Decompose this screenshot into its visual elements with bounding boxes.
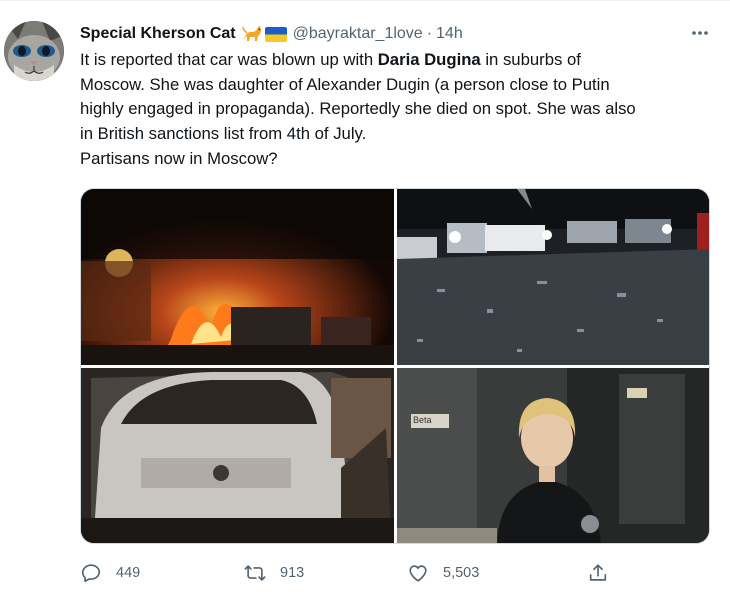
like-count: 5,503 — [443, 565, 480, 581]
author-name[interactable]: Special Kherson Cat — [80, 25, 236, 43]
tweet-header: Special Kherson Cat @bayraktar_1love · 1… — [80, 23, 463, 45]
photo-woman-portrait[interactable]: Beta — [397, 368, 709, 543]
photo-sign-text: Beta — [413, 415, 432, 425]
more-options-button[interactable] — [688, 23, 712, 43]
tweet-timestamp[interactable]: 14h — [436, 25, 463, 43]
photo-street-debris[interactable] — [397, 189, 709, 365]
author-handle[interactable]: @bayraktar_1love — [293, 25, 423, 43]
share-icon — [589, 564, 607, 581]
tweet-text-line: in British sanctions list from 4th of Ju… — [80, 124, 367, 144]
ukraine-flag-icon — [264, 26, 287, 42]
avatar[interactable] — [4, 21, 64, 81]
tweet-text-line: highly engaged in propaganda). Reportedl… — [80, 99, 636, 119]
name-emojis — [241, 25, 287, 43]
retweet-count: 913 — [280, 565, 305, 581]
fire-photo-icon — [81, 189, 394, 365]
reply-icon — [81, 564, 101, 583]
photo-grid: Beta — [80, 188, 710, 544]
heart-icon — [409, 565, 427, 582]
burned-car-photo-icon — [81, 368, 394, 543]
retweet-icon — [244, 565, 266, 581]
tweet-text-line: Moscow. She was daughter of Alexander Du… — [80, 74, 610, 94]
more-dots-icon — [692, 31, 708, 35]
cat-avatar-icon — [4, 21, 64, 81]
tweet-actions-bar: 449 913 5,503 — [80, 560, 640, 586]
top-divider — [0, 0, 730, 1]
photo-fire[interactable] — [81, 189, 394, 365]
tweet-text-line: It is reported that car was blown up wit… — [80, 50, 581, 69]
cat-emoji-icon — [241, 26, 261, 41]
header-separator: · — [426, 25, 433, 42]
mention-bold: Daria Dugina — [377, 50, 481, 69]
like-button[interactable]: 5,503 — [407, 560, 479, 586]
tweet-text: It is reported that car was blown up wit… — [80, 48, 720, 172]
reply-count: 449 — [116, 565, 141, 581]
tweet-text-line: Partisans now in Moscow? — [80, 148, 278, 168]
share-button[interactable] — [587, 560, 609, 586]
reply-button[interactable]: 449 — [80, 560, 140, 586]
photo-burned-car[interactable] — [81, 368, 394, 543]
street-debris-photo-icon — [397, 189, 709, 365]
retweet-button[interactable]: 913 — [244, 560, 304, 586]
woman-portrait-photo-icon — [397, 368, 709, 543]
